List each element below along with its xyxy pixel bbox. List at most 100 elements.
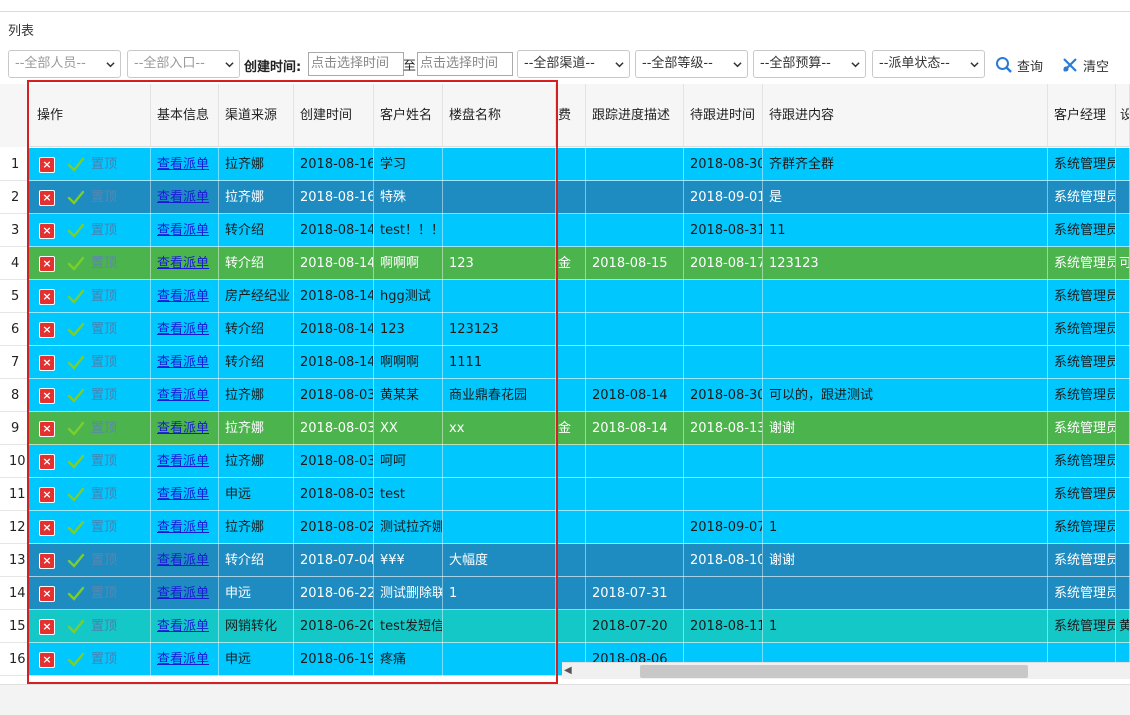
horizontal-scrollbar[interactable]: ◀ bbox=[562, 662, 1130, 679]
scrollbar-thumb[interactable] bbox=[640, 665, 1028, 678]
table-row[interactable]: 6 × 置顶 查看派单 转介绍 2018-08-14 123 123123 系统管理员 bbox=[0, 313, 1130, 346]
pin-top-button[interactable]: 置顶 bbox=[91, 214, 117, 247]
delete-icon[interactable]: × bbox=[39, 486, 55, 503]
delete-icon[interactable]: × bbox=[39, 255, 55, 272]
view-dispatch-link[interactable]: 查看派单 bbox=[157, 421, 209, 436]
check-icon[interactable] bbox=[67, 520, 85, 536]
check-icon[interactable] bbox=[67, 454, 85, 470]
pin-top-button[interactable]: 置顶 bbox=[91, 577, 117, 610]
view-dispatch-link[interactable]: 查看派单 bbox=[157, 520, 209, 535]
check-icon[interactable] bbox=[67, 256, 85, 272]
table-row[interactable]: 14 × 置顶 查看派单 申远 2018-06-22 测试删除联 1 2018-07-31 系统管… bbox=[0, 577, 1130, 610]
table-row[interactable]: 3 × 置顶 查看派单 转介绍 2018-08-14 test！！！ 2018-08-31 11… bbox=[0, 214, 1130, 247]
check-icon[interactable] bbox=[67, 289, 85, 305]
table-row[interactable]: 1 × 置顶 查看派单 拉齐娜 2018-08-16 学习 2018-08-30 齐群齐全群 系统… bbox=[0, 148, 1130, 181]
delete-icon[interactable]: × bbox=[39, 453, 55, 470]
table-row[interactable]: 4 × 置顶 查看派单 转介绍 2018-08-14 啊啊啊 123 金 2018-08-15 20… bbox=[0, 247, 1130, 280]
view-dispatch-link[interactable]: 查看派单 bbox=[157, 223, 209, 238]
table-row[interactable]: 7 × 置顶 查看派单 转介绍 2018-08-14 啊啊啊 1111 系统管理员 bbox=[0, 346, 1130, 379]
delete-icon[interactable]: × bbox=[39, 552, 55, 569]
date-to-input[interactable]: 点击选择时间 bbox=[417, 52, 513, 76]
view-dispatch-link[interactable]: 查看派单 bbox=[157, 289, 209, 304]
delete-icon[interactable]: × bbox=[39, 321, 55, 338]
delete-icon[interactable]: × bbox=[39, 519, 55, 536]
delete-icon[interactable]: × bbox=[39, 156, 55, 173]
pin-top-button[interactable]: 置顶 bbox=[91, 445, 117, 478]
scroll-left-icon[interactable]: ◀ bbox=[564, 665, 572, 676]
pin-top-button[interactable]: 置顶 bbox=[91, 148, 117, 181]
pin-top-button[interactable]: 置顶 bbox=[91, 280, 117, 313]
channel-select[interactable]: --全部渠道-- bbox=[517, 50, 630, 78]
delete-icon[interactable]: × bbox=[39, 651, 55, 668]
check-icon[interactable] bbox=[67, 652, 85, 668]
table-row[interactable]: 12 × 置顶 查看派单 拉齐娜 2018-08-02 测试拉齐娜 2018-09-07 1 系统… bbox=[0, 511, 1130, 544]
delete-icon[interactable]: × bbox=[39, 618, 55, 635]
view-dispatch-link[interactable]: 查看派单 bbox=[157, 454, 209, 469]
check-icon[interactable] bbox=[67, 553, 85, 569]
delete-icon[interactable]: × bbox=[39, 288, 55, 305]
pin-top-button[interactable]: 置顶 bbox=[91, 544, 117, 577]
table-row[interactable]: 13 × 置顶 查看派单 转介绍 2018-07-04 ¥¥¥ 大幅度 2018-08-10 谢谢… bbox=[0, 544, 1130, 577]
cell-fee bbox=[556, 214, 586, 247]
cell-next-time bbox=[684, 577, 763, 610]
pin-top-button[interactable]: 置顶 bbox=[91, 313, 117, 346]
view-dispatch-link[interactable]: 查看派单 bbox=[157, 553, 209, 568]
table-row[interactable]: 9 × 置顶 查看派单 拉齐娜 2018-08-03 XX xx 金 2018-08-14 2018… bbox=[0, 412, 1130, 445]
cell-next-content bbox=[763, 313, 1048, 346]
pin-top-button[interactable]: 置顶 bbox=[91, 346, 117, 379]
delete-icon[interactable]: × bbox=[39, 387, 55, 404]
check-icon[interactable] bbox=[67, 355, 85, 371]
view-dispatch-link[interactable]: 查看派单 bbox=[157, 487, 209, 502]
budget-select[interactable]: --全部预算-- bbox=[753, 50, 866, 78]
view-dispatch-link[interactable]: 查看派单 bbox=[157, 190, 209, 205]
check-icon[interactable] bbox=[67, 388, 85, 404]
date-from-input[interactable]: 点击选择时间 bbox=[308, 52, 404, 76]
view-dispatch-link[interactable]: 查看派单 bbox=[157, 355, 209, 370]
check-icon[interactable] bbox=[67, 322, 85, 338]
cell-estate bbox=[443, 511, 556, 544]
pin-top-button[interactable]: 置顶 bbox=[91, 511, 117, 544]
delete-icon[interactable]: × bbox=[39, 585, 55, 602]
dispatch-status-select[interactable]: --派单状态-- bbox=[872, 50, 985, 78]
table-row[interactable]: 8 × 置顶 查看派单 拉齐娜 2018-08-03 黄某某 商业鼎春花园 2018-08-14… bbox=[0, 379, 1130, 412]
delete-icon[interactable]: × bbox=[39, 420, 55, 437]
view-dispatch-link[interactable]: 查看派单 bbox=[157, 586, 209, 601]
query-button[interactable]: 查询 bbox=[995, 54, 1043, 76]
view-dispatch-link[interactable]: 查看派单 bbox=[157, 256, 209, 271]
check-icon[interactable] bbox=[67, 487, 85, 503]
table-row[interactable]: 5 × 置顶 查看派单 房产经纪业 2018-08-14 hgg测试 系统管理员 bbox=[0, 280, 1130, 313]
delete-icon[interactable]: × bbox=[39, 222, 55, 239]
cell-next-content bbox=[763, 445, 1048, 478]
entry-select[interactable]: --全部入口-- bbox=[127, 50, 240, 78]
cell-basic-info: 查看派单 bbox=[151, 379, 219, 412]
view-dispatch-link[interactable]: 查看派单 bbox=[157, 157, 209, 172]
cell-channel: 转介绍 bbox=[219, 313, 294, 346]
table-row[interactable]: 15 × 置顶 查看派单 网销转化 2018-06-20 test发短信 2018-07-20… bbox=[0, 610, 1130, 643]
level-select[interactable]: --全部等级-- bbox=[635, 50, 748, 78]
pin-top-button[interactable]: 置顶 bbox=[91, 643, 117, 676]
pin-top-button[interactable]: 置顶 bbox=[91, 610, 117, 643]
delete-icon[interactable]: × bbox=[39, 189, 55, 206]
pin-top-button[interactable]: 置顶 bbox=[91, 181, 117, 214]
table-row[interactable]: 11 × 置顶 查看派单 申远 2018-08-03 test 系统管理员 bbox=[0, 478, 1130, 511]
check-icon[interactable] bbox=[67, 190, 85, 206]
check-icon[interactable] bbox=[67, 157, 85, 173]
cell-track-desc: 2018-07-31 bbox=[586, 577, 684, 610]
check-icon[interactable] bbox=[67, 619, 85, 635]
pin-top-button[interactable]: 置顶 bbox=[91, 412, 117, 445]
staff-select[interactable]: --全部人员-- bbox=[8, 50, 121, 78]
view-dispatch-link[interactable]: 查看派单 bbox=[157, 322, 209, 337]
view-dispatch-link[interactable]: 查看派单 bbox=[157, 619, 209, 634]
check-icon[interactable] bbox=[67, 421, 85, 437]
delete-icon[interactable]: × bbox=[39, 354, 55, 371]
table-row[interactable]: 10 × 置顶 查看派单 拉齐娜 2018-08-03 呵呵 系统管理员 bbox=[0, 445, 1130, 478]
table-row[interactable]: 2 × 置顶 查看派单 拉齐娜 2018-08-16 特殊 2018-09-01 是系统管理员 bbox=[0, 181, 1130, 214]
pin-top-button[interactable]: 置顶 bbox=[91, 379, 117, 412]
view-dispatch-link[interactable]: 查看派单 bbox=[157, 388, 209, 403]
pin-top-button[interactable]: 置顶 bbox=[91, 247, 117, 280]
pin-top-button[interactable]: 置顶 bbox=[91, 478, 117, 511]
clear-button[interactable]: 清空 bbox=[1061, 54, 1109, 76]
check-icon[interactable] bbox=[67, 223, 85, 239]
check-icon[interactable] bbox=[67, 586, 85, 602]
view-dispatch-link[interactable]: 查看派单 bbox=[157, 652, 209, 667]
